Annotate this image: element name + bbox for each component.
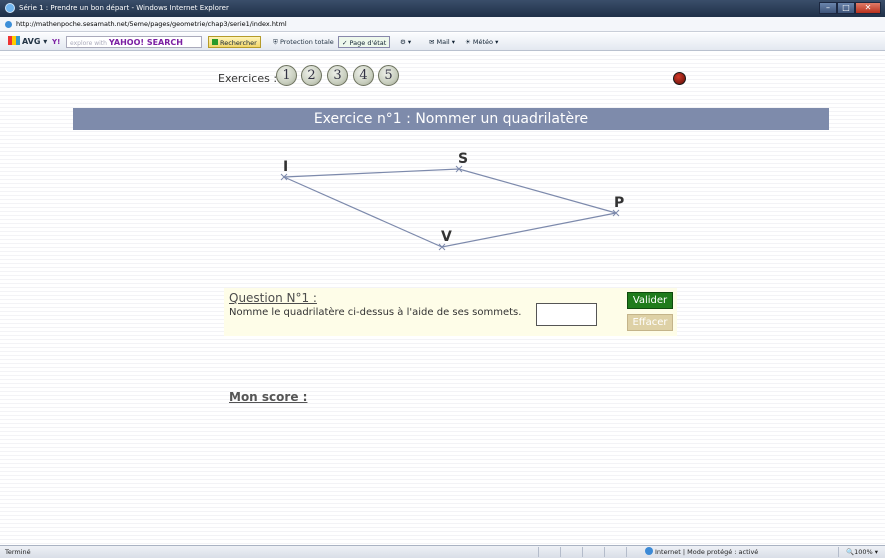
status-text: Terminé (5, 548, 31, 556)
mail-button[interactable]: ✉ Mail ▾ (429, 36, 455, 48)
maximize-icon[interactable]: □ (837, 2, 855, 14)
zoom-value: 100% (854, 548, 873, 556)
ie-logo-icon (5, 3, 15, 13)
rechercher-label: Rechercher (220, 39, 257, 47)
protection-button[interactable]: ⛨ Protection totale (273, 36, 334, 48)
status-divider (838, 547, 839, 557)
security-zone-label: Internet | Mode protégé : activé (655, 548, 759, 556)
status-divider (560, 547, 561, 557)
status-divider (604, 547, 605, 557)
minimize-icon[interactable]: – (819, 2, 837, 14)
status-divider (538, 547, 539, 557)
page-etat-button[interactable]: ✓ Page d'état (338, 36, 391, 48)
search-brand: YAHOO! SEARCH (108, 38, 183, 47)
url-text[interactable]: http://mathenpoche.sesamath.net/5eme/pag… (16, 17, 287, 32)
status-divider (582, 547, 583, 557)
page-favicon-icon (5, 21, 12, 28)
answer-input[interactable] (536, 303, 597, 326)
page-content: Exercices : 1 2 3 4 5 Exercice n°1 : Nom… (0, 52, 885, 545)
quadrilateral-figure: I S P V (280, 151, 624, 251)
yahoo-icon[interactable]: Y! (52, 36, 60, 48)
avg-button[interactable]: AVG ▾ (8, 36, 47, 48)
meteo-button[interactable]: ☀ Météo ▾ (465, 36, 498, 48)
window-controls: – □ ✕ (819, 2, 881, 15)
effacer-button[interactable]: Effacer (627, 314, 673, 331)
vertex-label-i: I (283, 159, 288, 175)
window-titlebar: Série 1 : Prendre un bon départ - Window… (0, 0, 885, 17)
security-zone[interactable]: Internet | Mode protégé : activé (645, 546, 758, 558)
address-bar[interactable]: http://mathenpoche.sesamath.net/5eme/pag… (0, 17, 885, 32)
tools-icon[interactable]: ⚙ ▾ (400, 36, 411, 48)
page-etat-label: Page d'état (349, 39, 387, 47)
score-label: Mon score : (229, 390, 308, 404)
avg-logo-icon (8, 36, 20, 45)
valider-button[interactable]: Valider (627, 292, 673, 309)
mail-label: Mail (436, 38, 450, 46)
vertex-label-p: P (614, 195, 624, 211)
status-divider (626, 547, 627, 557)
browser-toolbar: AVG ▾ Y! explore with YAHOO! SEARCH Rech… (0, 33, 885, 51)
avg-label: AVG (22, 37, 41, 46)
question-title: Question N°1 : (229, 291, 317, 305)
status-bar: Terminé Internet | Mode protégé : activé… (0, 545, 885, 558)
vertex-label-v: V (441, 229, 452, 245)
close-icon[interactable]: ✕ (855, 2, 881, 14)
rechercher-button[interactable]: Rechercher (208, 36, 261, 48)
globe-icon (645, 547, 653, 555)
vertex-label-s: S (458, 151, 468, 167)
question-text: Nomme le quadrilatère ci-dessus à l'aide… (229, 307, 522, 318)
search-icon (212, 39, 218, 45)
question-box: Question N°1 : Nomme le quadrilatère ci-… (224, 288, 677, 336)
yahoo-search-input[interactable]: explore with YAHOO! SEARCH (66, 36, 202, 48)
protection-label: Protection totale (279, 38, 334, 46)
window-title: Série 1 : Prendre un bon départ - Window… (19, 4, 229, 12)
search-prefix: explore with (70, 40, 107, 47)
zoom-control[interactable]: 🔍100% ▾ (846, 546, 878, 558)
meteo-label: Météo (472, 38, 494, 46)
